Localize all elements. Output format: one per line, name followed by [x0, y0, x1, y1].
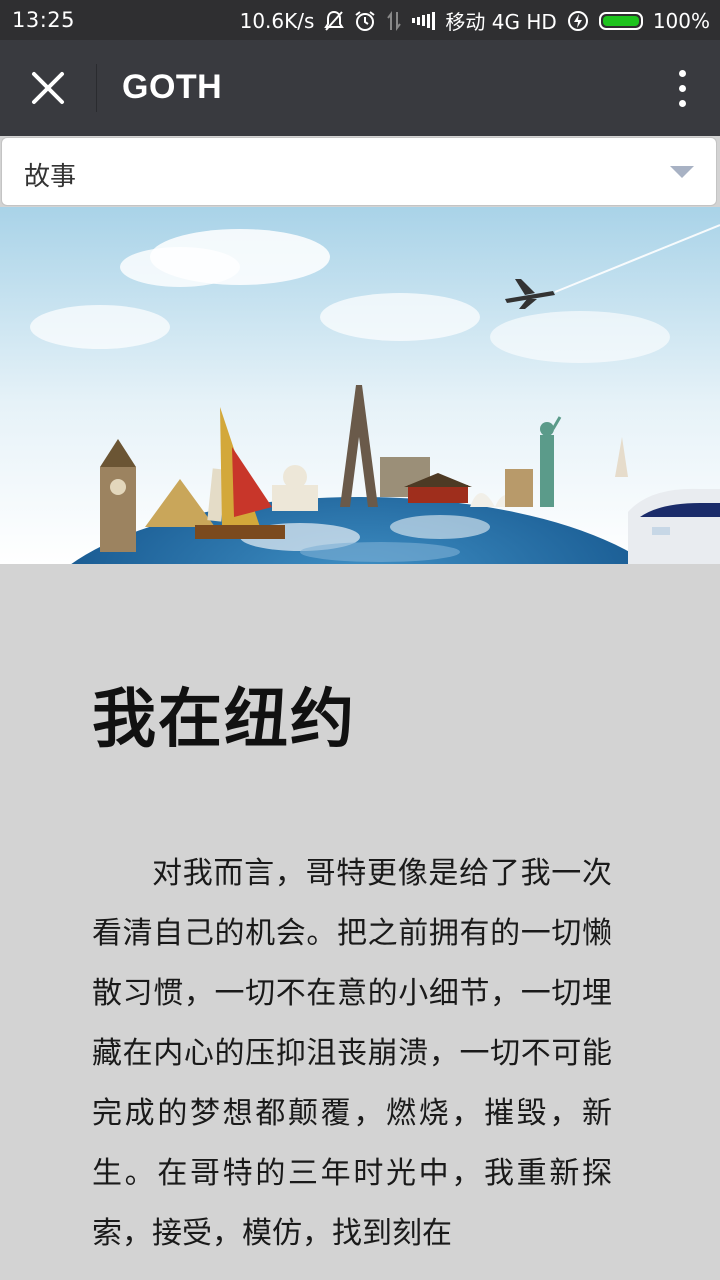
- carrier-label: 移动 4G HD: [445, 10, 557, 34]
- hero-banner-image: [0, 207, 720, 564]
- signal-icon: [412, 11, 436, 30]
- page-title: GOTH: [122, 68, 223, 106]
- mute-icon: [324, 10, 345, 32]
- status-bar: 13:25 10.6K/s 移动 4G HD 100%: [0, 0, 720, 40]
- alarm-icon: [354, 10, 376, 32]
- chevron-down-icon: [670, 166, 694, 178]
- close-icon: [32, 72, 64, 104]
- status-time: 13:25: [12, 8, 76, 32]
- category-selected-value: 故事: [24, 162, 77, 192]
- article-body: 对我而言，哥特更像是给了我一次看清自己的机会。把之前拥有的一切懒散习惯，一切不在…: [92, 856, 612, 1251]
- travel-landmarks-globe-image: [0, 207, 720, 564]
- net-speed: 10.6K/s: [239, 8, 315, 33]
- article-section: 我在纽约 对我而言，哥特更像是给了我一次看清自己的机会。把之前拥有的一切懒散习惯…: [0, 564, 720, 1280]
- more-menu-button[interactable]: [670, 64, 694, 112]
- data-transfer-icon: [386, 10, 402, 32]
- category-dropdown[interactable]: 故事: [1, 137, 717, 206]
- battery-percent: 100%: [652, 8, 710, 33]
- article-title: 我在纽约: [92, 683, 356, 757]
- battery-icon: [598, 11, 643, 30]
- status-icons: 10.6K/s 移动 4G HD 100%: [240, 6, 710, 35]
- app-bar-divider: [96, 64, 97, 112]
- app-bar: GOTH: [0, 40, 720, 136]
- close-button[interactable]: [18, 60, 78, 116]
- more-vertical-icon: [678, 69, 686, 77]
- charging-icon: [567, 10, 589, 32]
